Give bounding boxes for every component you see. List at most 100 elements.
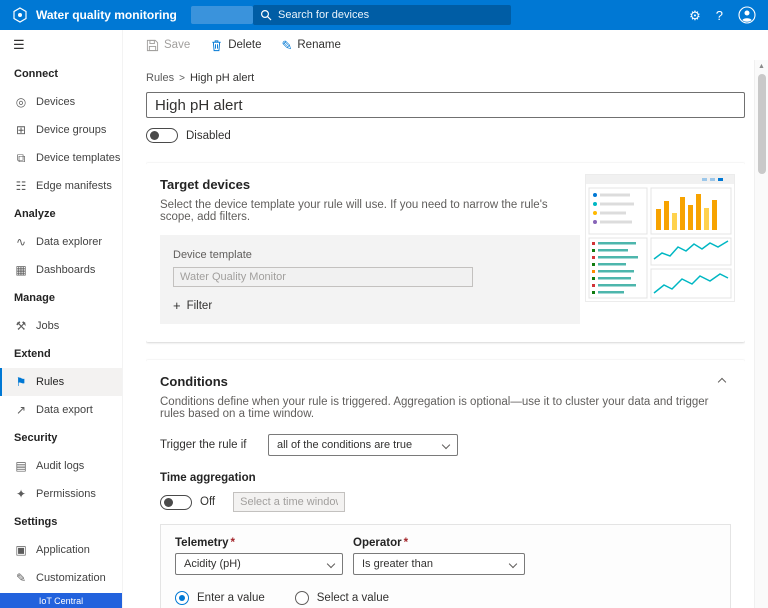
scrollbar[interactable]: ▲: [754, 60, 768, 608]
content-area: Rules > High pH alert Disabled Target de…: [146, 60, 745, 608]
enter-value-radio[interactable]: [175, 591, 189, 605]
sidebar-section-manage: Manage: [14, 292, 55, 304]
sidebar-item-dashboards[interactable]: ▦ Dashboards: [0, 256, 122, 284]
conditions-description: Conditions define when your rule is trig…: [160, 396, 709, 420]
required-marker: *: [230, 537, 235, 549]
account-avatar[interactable]: [738, 6, 756, 24]
sidebar-item-device-templates[interactable]: ⧉ Device templates: [0, 144, 122, 172]
sidebar-section-settings: Settings: [14, 516, 58, 528]
permissions-icon: ✦: [15, 487, 27, 501]
trash-icon: [210, 39, 223, 52]
help-icon[interactable]: ?: [716, 9, 723, 22]
time-aggregation-state: Off: [200, 496, 216, 508]
rule-enabled-toggle[interactable]: [146, 128, 178, 143]
target-devices-card: Target devices Select the device templat…: [146, 163, 745, 342]
search-input[interactable]: [278, 9, 504, 21]
menu-button[interactable]: ☰: [0, 30, 122, 60]
jobs-icon: ⚒: [15, 319, 27, 333]
sidebar-item-customization[interactable]: ✎ Customization: [0, 564, 122, 592]
sidebar: ☰ Connect ◎ Devices ⊞ Device groups ⧉ De…: [0, 30, 123, 608]
sidebar-item-edge-manifests[interactable]: ☷ Edge manifests: [0, 172, 122, 200]
device-template-panel: Device template + Filter: [160, 235, 580, 324]
dashboards-icon: ▦: [15, 263, 27, 277]
command-bar: Save Delete ✎ Rename: [123, 30, 768, 60]
device-template-label: Device template: [173, 249, 252, 261]
collapse-chevron-icon[interactable]: [717, 377, 727, 386]
rule-toggle-label: Disabled: [186, 129, 231, 142]
plus-icon: +: [173, 298, 181, 313]
chevron-down-icon: [508, 559, 518, 569]
scroll-up-icon[interactable]: ▲: [755, 63, 768, 70]
breadcrumb-rules-link[interactable]: Rules: [146, 72, 174, 84]
target-devices-description: Select the device template your rule wil…: [160, 199, 548, 223]
device-groups-icon: ⊞: [15, 123, 27, 137]
chevron-down-icon: [326, 559, 336, 569]
chevron-down-icon: [441, 440, 451, 450]
sidebar-item-data-export[interactable]: ↗ Data export: [0, 396, 122, 424]
rename-icon: ✎: [281, 37, 293, 53]
sidebar-section-security: Security: [14, 432, 58, 444]
sidebar-section-connect: Connect: [14, 68, 58, 80]
app-window: Water quality monitoring ⚙ ? ☰ Connect ◎…: [0, 0, 768, 608]
toggle-knob: [164, 497, 173, 507]
conditions-card: Conditions Conditions define when your r…: [146, 360, 745, 608]
rules-icon: ⚑: [15, 375, 27, 389]
main-pane: Save Delete ✎ Rename Rules > High pH ale…: [123, 30, 768, 608]
dashboard-preview-image: [585, 174, 735, 302]
sidebar-item-device-groups[interactable]: ⊞ Device groups: [0, 116, 122, 144]
sidebar-item-application[interactable]: ▣ Application: [0, 536, 122, 564]
app-logo-icon: [12, 7, 28, 23]
data-export-icon: ↗: [15, 403, 27, 417]
operator-label: Operator *: [353, 537, 409, 549]
time-aggregation-label: Time aggregation: [160, 472, 256, 484]
telemetry-label: Telemetry *: [175, 537, 235, 549]
rename-button[interactable]: ✎ Rename: [281, 39, 340, 52]
environment-badge: [190, 6, 253, 24]
edge-manifests-icon: ☷: [15, 179, 27, 193]
operator-dropdown[interactable]: Is greater than: [353, 553, 525, 575]
required-marker: *: [403, 537, 409, 549]
application-icon: ▣: [15, 543, 27, 557]
sidebar-section-extend: Extend: [14, 348, 51, 360]
time-window-input: [233, 492, 346, 512]
time-aggregation-toggle[interactable]: [160, 494, 192, 510]
enter-value-label: Enter a value: [197, 592, 265, 604]
sidebar-footer-banner[interactable]: IoT Central: [0, 593, 122, 608]
sidebar-item-audit-logs[interactable]: ▤ Audit logs: [0, 452, 122, 480]
telemetry-dropdown[interactable]: Acidity (pH): [175, 553, 343, 575]
device-templates-icon: ⧉: [16, 151, 26, 165]
device-template-input: [173, 267, 473, 287]
search-icon: [260, 9, 272, 21]
global-search[interactable]: [253, 5, 511, 25]
app-title: Water quality monitoring: [36, 8, 177, 22]
customization-icon: ✎: [15, 571, 27, 585]
scrollbar-thumb[interactable]: [757, 74, 766, 174]
data-explorer-icon: ∿: [15, 235, 27, 249]
select-value-label: Select a value: [316, 592, 390, 604]
add-filter-button[interactable]: + Filter: [173, 299, 567, 312]
sidebar-section-analyze: Analyze: [14, 208, 56, 220]
condition-row-panel: Telemetry * Acidity (pH) Operator * Is g…: [160, 524, 731, 608]
save-button[interactable]: Save: [146, 39, 190, 52]
trigger-condition-dropdown[interactable]: all of the conditions are true: [268, 434, 458, 456]
breadcrumb-current: High pH alert: [189, 72, 255, 84]
breadcrumb: Rules > High pH alert: [146, 72, 745, 84]
sidebar-item-data-explorer[interactable]: ∿ Data explorer: [0, 228, 122, 256]
devices-icon: ◎: [15, 95, 27, 109]
breadcrumb-separator: >: [179, 72, 185, 84]
settings-gear-icon[interactable]: ⚙: [689, 9, 701, 22]
rule-name-input[interactable]: [146, 92, 745, 118]
conditions-title: Conditions: [160, 374, 228, 389]
trigger-label: Trigger the rule if: [160, 439, 247, 451]
sidebar-item-rules[interactable]: ⚑ Rules: [0, 368, 122, 396]
save-icon: [146, 39, 159, 52]
sidebar-item-permissions[interactable]: ✦ Permissions: [0, 480, 122, 508]
sidebar-item-devices[interactable]: ◎ Devices: [0, 88, 122, 116]
select-value-radio[interactable]: [294, 591, 309, 605]
sidebar-item-jobs[interactable]: ⚒ Jobs: [0, 312, 122, 340]
toggle-knob: [150, 131, 159, 140]
menu-icon: ☰: [13, 37, 25, 52]
delete-button[interactable]: Delete: [210, 39, 261, 52]
audit-logs-icon: ▤: [15, 459, 27, 473]
top-bar: Water quality monitoring ⚙ ?: [0, 0, 768, 30]
